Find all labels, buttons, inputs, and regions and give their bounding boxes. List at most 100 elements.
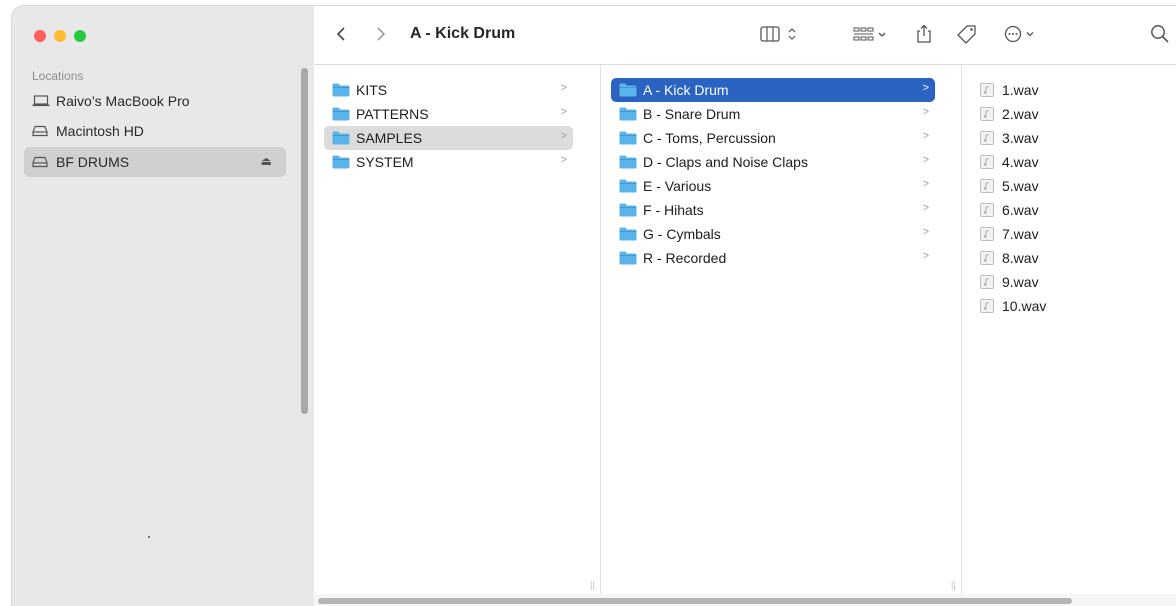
- list-item-e-various[interactable]: E - Various >: [611, 174, 935, 198]
- list-item-file[interactable]: 5.wav: [972, 174, 1162, 198]
- laptop-icon: [32, 94, 50, 108]
- list-item-label: G - Cymbals: [643, 226, 721, 242]
- audio-file-icon: [980, 155, 994, 169]
- column-resize-handle[interactable]: ||: [951, 580, 956, 590]
- tag-icon[interactable]: [956, 22, 978, 46]
- list-item-label: E - Various: [643, 178, 712, 194]
- list-item-label: R - Recorded: [643, 250, 727, 266]
- window-title: A - Kick Drum: [410, 25, 516, 42]
- audio-file-icon: [980, 131, 994, 145]
- folder-icon: [619, 203, 637, 217]
- decorative-dot: [148, 536, 150, 538]
- drive-icon: [32, 155, 50, 169]
- list-item-file[interactable]: 4.wav: [972, 150, 1162, 174]
- chevron-right-icon: >: [560, 106, 567, 118]
- list-item-samples[interactable]: SAMPLES >: [324, 126, 573, 150]
- list-item-label: B - Snare Drum: [643, 106, 741, 122]
- list-item-label: SYSTEM: [356, 154, 414, 170]
- list-item-c-toms-percussion[interactable]: C - Toms, Percussion >: [611, 126, 935, 150]
- audio-file-icon: [980, 251, 994, 265]
- group-icon[interactable]: [852, 22, 888, 46]
- list-item-label: 3.wav: [1002, 130, 1039, 146]
- drive-icon: [32, 124, 50, 138]
- chevron-right-icon: >: [560, 130, 567, 142]
- chevron-right-icon: >: [922, 250, 929, 262]
- list-item-label: 10.wav: [1002, 298, 1047, 314]
- chevron-right-icon: >: [922, 130, 929, 142]
- list-item-file[interactable]: 10.wav: [972, 294, 1162, 318]
- chevron-right-icon: >: [922, 106, 929, 118]
- list-item-patterns[interactable]: PATTERNS >: [324, 102, 573, 126]
- sidebar-item-bf-drums[interactable]: BF DRUMS ⏏: [24, 147, 286, 177]
- sidebar-scrollbar[interactable]: [301, 68, 308, 414]
- list-item-g-cymbals[interactable]: G - Cymbals >: [611, 222, 935, 246]
- search-icon[interactable]: [1150, 22, 1170, 46]
- list-item-label: 8.wav: [1002, 250, 1039, 266]
- list-item-file[interactable]: 1.wav: [972, 78, 1162, 102]
- list-item-label: A - Kick Drum: [643, 82, 729, 98]
- minimize-button[interactable]: [54, 30, 66, 42]
- chevron-right-icon: >: [922, 178, 929, 190]
- folder-icon: [332, 155, 350, 169]
- list-item-label: 5.wav: [1002, 178, 1039, 194]
- more-icon[interactable]: [1004, 22, 1038, 46]
- folder-icon: [619, 179, 637, 193]
- folder-icon: [619, 155, 637, 169]
- list-item-system[interactable]: SYSTEM >: [324, 150, 573, 174]
- folder-icon: [332, 107, 350, 121]
- folder-icon: [619, 131, 637, 145]
- sidebar-heading-locations: Locations: [32, 69, 84, 83]
- column-samples: A - Kick Drum > B - Snare Drum > C - Tom…: [601, 65, 962, 594]
- chevron-right-icon: >: [922, 226, 929, 238]
- list-item-file[interactable]: 2.wav: [972, 102, 1162, 126]
- column-resize-handle[interactable]: ||: [590, 580, 595, 590]
- list-item-label: 9.wav: [1002, 274, 1039, 290]
- chevron-right-icon: >: [922, 154, 929, 166]
- eject-icon[interactable]: ⏏: [261, 154, 272, 168]
- forward-icon[interactable]: [376, 22, 386, 46]
- list-item-label: 6.wav: [1002, 202, 1039, 218]
- list-item-label: C - Toms, Percussion: [643, 130, 776, 146]
- sidebar: Locations Raivo’s MacBook Pro Macintosh …: [12, 6, 315, 606]
- list-item-file[interactable]: 3.wav: [972, 126, 1162, 150]
- chevron-right-icon: >: [560, 82, 567, 94]
- folder-icon: [619, 107, 637, 121]
- folder-icon: [332, 131, 350, 145]
- list-item-d-claps[interactable]: D - Claps and Noise Claps >: [611, 150, 935, 174]
- column-view-icon[interactable]: [760, 22, 800, 46]
- list-item-label: PATTERNS: [356, 106, 429, 122]
- list-item-file[interactable]: 7.wav: [972, 222, 1162, 246]
- zoom-button[interactable]: [74, 30, 86, 42]
- folder-icon: [619, 83, 637, 97]
- back-icon[interactable]: [336, 22, 346, 46]
- finder-window: Locations Raivo’s MacBook Pro Macintosh …: [12, 6, 1176, 606]
- list-item-b-snare-drum[interactable]: B - Snare Drum >: [611, 102, 935, 126]
- list-item-label: F - Hihats: [643, 202, 704, 218]
- chevron-right-icon: >: [922, 82, 929, 94]
- sidebar-item-label: BF DRUMS: [56, 154, 130, 170]
- list-item-file[interactable]: 6.wav: [972, 198, 1162, 222]
- audio-file-icon: [980, 179, 994, 193]
- column-files: 1.wav 2.wav 3.wav 4.wav 5.wav 6.wav 7.wa…: [962, 65, 1176, 594]
- list-item-f-hihats[interactable]: F - Hihats >: [611, 198, 935, 222]
- list-item-label: SAMPLES: [356, 130, 423, 146]
- folder-icon: [619, 251, 637, 265]
- close-button[interactable]: [34, 30, 46, 42]
- list-item-file[interactable]: 9.wav: [972, 270, 1162, 294]
- list-item-label: KITS: [356, 82, 388, 98]
- column-root: KITS > PATTERNS > SAMPLES > SYSTEM > ||: [314, 65, 601, 594]
- list-item-label: 2.wav: [1002, 106, 1039, 122]
- audio-file-icon: [980, 107, 994, 121]
- list-item-a-kick-drum[interactable]: A - Kick Drum >: [611, 78, 935, 102]
- list-item-label: 1.wav: [1002, 82, 1039, 98]
- list-item-label: 7.wav: [1002, 226, 1039, 242]
- share-icon[interactable]: [916, 22, 932, 46]
- list-item-r-recorded[interactable]: R - Recorded >: [611, 246, 935, 270]
- audio-file-icon: [980, 83, 994, 97]
- sidebar-item-macintosh-hd[interactable]: Macintosh HD: [24, 116, 286, 146]
- list-item-kits[interactable]: KITS >: [324, 78, 573, 102]
- list-item-label: 4.wav: [1002, 154, 1039, 170]
- horizontal-scrollbar[interactable]: [318, 598, 1072, 604]
- sidebar-item-macbook[interactable]: Raivo’s MacBook Pro: [24, 86, 286, 116]
- list-item-file[interactable]: 8.wav: [972, 246, 1162, 270]
